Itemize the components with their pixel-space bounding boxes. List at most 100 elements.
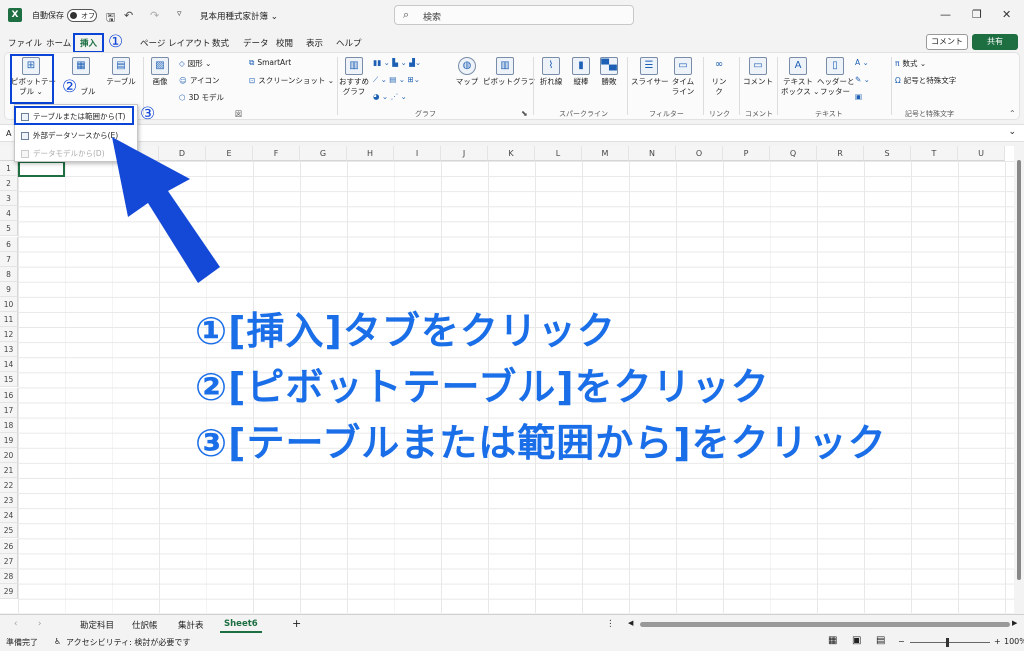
- scroll-left-icon[interactable]: ‹: [14, 619, 17, 629]
- row-header-29[interactable]: 29: [0, 583, 18, 599]
- column-header-r[interactable]: R: [817, 146, 864, 161]
- link-button[interactable]: ∞ リン ク: [707, 57, 731, 97]
- sheet-tab-sheet6[interactable]: Sheet6: [220, 619, 262, 633]
- redo-icon[interactable]: ↷: [150, 9, 159, 22]
- dialog-launcher-icon[interactable]: ⬊: [521, 109, 528, 118]
- column-header-o[interactable]: O: [676, 146, 723, 161]
- row-header-4[interactable]: 4: [0, 206, 18, 222]
- document-title[interactable]: 見本用種式家計簿 ⌄: [200, 10, 278, 22]
- hscroll-left-icon[interactable]: ◀: [628, 619, 633, 627]
- shapes-button[interactable]: ◇ 図形 ⌄: [179, 58, 211, 69]
- row-header-10[interactable]: 10: [0, 296, 18, 312]
- row-header-8[interactable]: 8: [0, 266, 18, 282]
- normal-view-icon[interactable]: ▦: [828, 635, 837, 646]
- screenshot-button[interactable]: ⊡ スクリーンショット ⌄: [249, 75, 334, 86]
- tab-page-layout[interactable]: ページ レイアウト: [140, 37, 211, 49]
- name-box[interactable]: A: [6, 129, 11, 138]
- scroll-right-icon[interactable]: ›: [38, 619, 41, 629]
- row-header-12[interactable]: 12: [0, 327, 18, 343]
- search-box[interactable]: ⌕ 検索: [394, 5, 634, 25]
- column-header-t[interactable]: T: [911, 146, 958, 161]
- row-header-13[interactable]: 13: [0, 342, 18, 358]
- sheet-tab-accounts[interactable]: 勘定科目: [80, 619, 114, 631]
- sparkline-bar-button[interactable]: ▮ 縦棒: [569, 57, 593, 87]
- column-header-m[interactable]: M: [582, 146, 629, 161]
- header-footer-button[interactable]: ▯ ヘッダーと フッター: [817, 57, 855, 97]
- column-header-u[interactable]: U: [958, 146, 1005, 161]
- tab-view[interactable]: 表示: [306, 37, 323, 49]
- comment-button[interactable]: コメント: [926, 34, 968, 50]
- row-header-26[interactable]: 26: [0, 538, 18, 554]
- column-header-q[interactable]: Q: [770, 146, 817, 161]
- column-header-p[interactable]: P: [723, 146, 770, 161]
- expand-formula-icon[interactable]: ⌄: [1008, 127, 1016, 137]
- page-layout-view-icon[interactable]: ▣: [852, 635, 861, 646]
- equation-button[interactable]: π 数式 ⌄: [895, 58, 926, 69]
- row-header-1[interactable]: 1: [0, 161, 18, 176]
- row-header-3[interactable]: 3: [0, 191, 18, 207]
- pivot-chart-button[interactable]: ▥ ピボットグラフ: [483, 57, 536, 87]
- row-header-5[interactable]: 5: [0, 221, 18, 237]
- column-header-n[interactable]: N: [629, 146, 676, 161]
- textbox-button[interactable]: A テキスト ボックス ⌄: [781, 57, 819, 97]
- smartart-button[interactable]: ⧉ SmartArt: [249, 58, 291, 68]
- row-header-16[interactable]: 16: [0, 387, 18, 403]
- column-header-l[interactable]: L: [535, 146, 582, 161]
- horizontal-scrollbar[interactable]: [640, 622, 1010, 627]
- row-header-14[interactable]: 14: [0, 357, 18, 373]
- table-button[interactable]: ▤ テーブル: [105, 57, 137, 87]
- recommended-chart-button[interactable]: ▥ おすすめ グラフ: [339, 57, 369, 97]
- slicer-button[interactable]: ☰ スライサー: [631, 57, 669, 87]
- status-accessibility[interactable]: アクセシビリティ: 検討が必要です: [66, 637, 190, 648]
- column-header-k[interactable]: K: [488, 146, 535, 161]
- column-header-s[interactable]: S: [864, 146, 911, 161]
- sheet-tab-summary[interactable]: 集計表: [178, 619, 204, 631]
- row-header-9[interactable]: 9: [0, 281, 18, 297]
- row-header-15[interactable]: 15: [0, 372, 18, 388]
- selected-cell-a1[interactable]: [18, 161, 65, 177]
- column-header-g[interactable]: G: [300, 146, 347, 161]
- column-header-j[interactable]: J: [441, 146, 488, 161]
- map-button[interactable]: ◍ マップ: [455, 57, 479, 87]
- tab-options-icon[interactable]: ⋮: [606, 619, 615, 629]
- wordart-icon[interactable]: A ⌄: [855, 58, 869, 67]
- row-header-7[interactable]: 7: [0, 251, 18, 267]
- row-header-25[interactable]: 25: [0, 523, 18, 539]
- tab-formulas[interactable]: 数式: [212, 37, 229, 49]
- zoom-slider[interactable]: [910, 642, 990, 643]
- zoom-slider-thumb[interactable]: [946, 638, 949, 647]
- customize-qat-icon[interactable]: ▿: [177, 9, 182, 19]
- symbol-button[interactable]: Ω 記号と特殊文字: [895, 75, 956, 86]
- insert-comment-button[interactable]: ▭ コメント: [743, 57, 773, 87]
- sheet-tab-journal[interactable]: 仕訳帳: [132, 619, 158, 631]
- collapse-ribbon-icon[interactable]: ⌃: [1009, 109, 1016, 118]
- row-header-11[interactable]: 11: [0, 312, 18, 327]
- row-header-2[interactable]: 2: [0, 176, 18, 192]
- autosave-toggle[interactable]: オフ: [67, 9, 97, 22]
- hscroll-right-icon[interactable]: ▶: [1012, 619, 1017, 627]
- tab-home[interactable]: ホーム: [46, 37, 71, 49]
- sparkline-line-button[interactable]: ⌇ 折れ線: [537, 57, 565, 87]
- zoom-level[interactable]: 100%: [1004, 637, 1024, 646]
- tab-help[interactable]: ヘルプ: [336, 37, 362, 49]
- tab-file[interactable]: ファイル: [8, 37, 42, 49]
- row-header-22[interactable]: 22: [0, 478, 18, 494]
- column-header-h[interactable]: H: [347, 146, 394, 161]
- row-header-6[interactable]: 6: [0, 236, 18, 252]
- row-header-18[interactable]: 18: [0, 417, 18, 433]
- pie-chart-icon[interactable]: ◕ ⌄ ⋰ ⌄: [373, 92, 407, 101]
- object-icon[interactable]: ▣: [855, 92, 862, 101]
- undo-icon[interactable]: ↶: [124, 9, 133, 22]
- row-header-21[interactable]: 21: [0, 463, 18, 478]
- vertical-scroll-thumb[interactable]: [1017, 160, 1021, 580]
- image-button[interactable]: ▨ 画像: [147, 57, 173, 87]
- column-chart-icon[interactable]: ▮▮ ⌄ ▙ ⌄ ▟⌄: [373, 58, 421, 67]
- share-button[interactable]: 共有: [972, 34, 1018, 50]
- icons-button[interactable]: ☺ アイコン: [179, 75, 219, 86]
- vertical-scrollbar[interactable]: [1014, 146, 1024, 613]
- 3d-model-button[interactable]: ⬡ 3D モデル: [179, 92, 224, 103]
- restore-icon[interactable]: ❐: [972, 8, 982, 21]
- row-header-19[interactable]: 19: [0, 432, 18, 448]
- save-icon[interactable]: 🖫: [106, 9, 115, 28]
- row-header-23[interactable]: 23: [0, 493, 18, 509]
